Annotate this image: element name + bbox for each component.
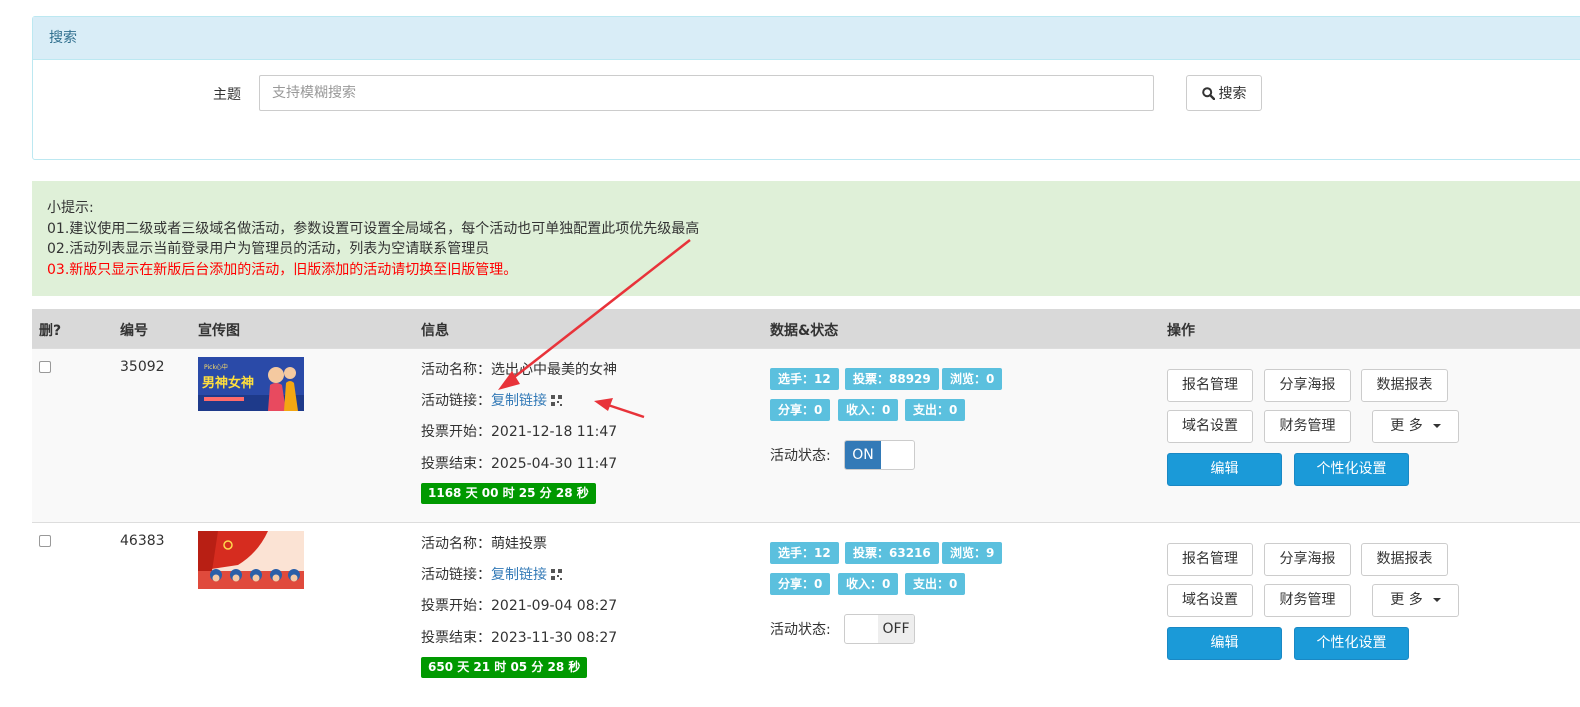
qrcode-icon[interactable] xyxy=(551,569,562,580)
badge-votes: 投票：88929 xyxy=(845,368,939,390)
activity-name-label: 活动名称： xyxy=(421,362,491,378)
badge-shares: 分享：0 xyxy=(770,399,831,421)
more-label: 更 多 xyxy=(1390,592,1423,608)
vote-end-label: 投票结束： xyxy=(421,630,491,646)
vote-start-value: 2021-12-18 11:47 xyxy=(491,424,618,440)
row-id: 35092 xyxy=(120,359,165,375)
row-delete-checkbox[interactable] xyxy=(39,361,51,373)
activity-name: 活动名称：选出心中最美的女神 xyxy=(421,359,617,379)
share-poster-button[interactable]: 分享海报 xyxy=(1264,369,1351,402)
activity-name-value: 选出心中最美的女神 xyxy=(491,362,617,378)
search-button-label: 搜索 xyxy=(1218,86,1247,102)
activity-name-label: 活动名称： xyxy=(421,536,491,552)
topic-label: 主题 xyxy=(213,87,241,103)
badge-players: 选手：12 xyxy=(770,368,839,390)
copy-link[interactable]: 复制链接 xyxy=(491,393,547,409)
badge-expense: 支出：0 xyxy=(905,573,966,595)
badge-players: 选手：12 xyxy=(770,542,839,564)
vote-end: 投票结束：2025-04-30 11:47 xyxy=(421,453,617,473)
domain-settings-button[interactable]: 域名设置 xyxy=(1167,410,1253,443)
status-label: 活动状态: xyxy=(770,622,831,638)
badge-income: 收入：0 xyxy=(838,399,899,421)
vote-end-label: 投票结束： xyxy=(421,456,491,472)
signup-manage-button[interactable]: 报名管理 xyxy=(1167,543,1253,576)
vote-end-value: 2023-11-30 08:27 xyxy=(491,630,618,646)
tips-title: 小提示: xyxy=(47,200,94,216)
share-poster-button[interactable]: 分享海报 xyxy=(1264,543,1351,576)
countdown-badge: 650 天 21 时 05 分 28 秒 xyxy=(421,657,588,678)
finance-manage-button[interactable]: 财务管理 xyxy=(1264,584,1351,617)
personalize-button[interactable]: 个性化设置 xyxy=(1294,453,1409,486)
status-toggle[interactable]: ON xyxy=(844,440,915,470)
row-delete-checkbox[interactable] xyxy=(39,535,51,547)
banner-image: Pick心中 男神女神 xyxy=(198,357,304,411)
vote-start-value: 2021-09-04 08:27 xyxy=(491,598,618,614)
banner-image xyxy=(198,531,304,589)
tip-line-1: 01.建议使用二级或者三级域名做活动，参数设置可设置全局域名，每个活动也可单独配… xyxy=(47,220,700,237)
status-toggle-off: OFF xyxy=(878,615,914,643)
personalize-button[interactable]: 个性化设置 xyxy=(1294,627,1409,660)
badge-views: 浏览：0 xyxy=(942,368,1003,390)
search-panel-title: 搜索 xyxy=(33,17,1580,60)
more-label: 更 多 xyxy=(1390,418,1423,434)
data-report-button[interactable]: 数据报表 xyxy=(1361,369,1448,402)
badge-expense: 支出：0 xyxy=(905,399,966,421)
status-label: 活动状态: xyxy=(770,448,831,464)
edit-button[interactable]: 编辑 xyxy=(1167,627,1282,660)
header-id: 编号 xyxy=(120,323,148,339)
countdown-badge: 1168 天 00 时 25 分 28 秒 xyxy=(421,483,596,504)
activity-link-label: 活动链接： xyxy=(421,567,491,583)
more-dropdown-button[interactable]: 更 多 xyxy=(1372,584,1459,617)
vote-end: 投票结束：2023-11-30 08:27 xyxy=(421,627,617,647)
table-row: 35092 Pick心中 男神女神 活动名称：选出心中最美的女神 活动链接：复制… xyxy=(32,348,1580,522)
status-toggle[interactable]: OFF xyxy=(844,614,915,644)
search-panel: 搜索 主题 搜索 xyxy=(32,16,1580,160)
badge-income: 收入：0 xyxy=(838,573,899,595)
banner-small-text: Pick心中 xyxy=(204,363,228,371)
caret-down-icon xyxy=(1432,424,1441,428)
activity-name: 活动名称：萌娃投票 xyxy=(421,533,547,553)
header-actions: 操作 xyxy=(1167,323,1195,339)
activity-link-label: 活动链接： xyxy=(421,393,491,409)
search-icon xyxy=(1201,86,1215,100)
badge-votes: 投票：63216 xyxy=(845,542,939,564)
header-delete: 删? xyxy=(39,323,62,339)
status-toggle-on: ON xyxy=(845,441,881,469)
activity-name-value: 萌娃投票 xyxy=(491,536,547,552)
search-input[interactable] xyxy=(259,75,1154,111)
search-button[interactable]: 搜索 xyxy=(1186,75,1262,111)
tip-line-3: 03.新版只显示在新版后台添加的活动，旧版添加的活动请切换至旧版管理。 xyxy=(47,261,518,278)
signup-manage-button[interactable]: 报名管理 xyxy=(1167,369,1253,402)
badge-views: 浏览：9 xyxy=(942,542,1003,564)
finance-manage-button[interactable]: 财务管理 xyxy=(1264,410,1351,443)
header-data-status: 数据&状态 xyxy=(770,323,839,339)
activity-link: 活动链接：复制链接 xyxy=(421,564,562,584)
tip-line-2: 02.活动列表显示当前登录用户为管理员的活动，列表为空请联系管理员 xyxy=(47,241,490,257)
more-dropdown-button[interactable]: 更 多 xyxy=(1372,410,1459,443)
tips-panel: 小提示: 01.建议使用二级或者三级域名做活动，参数设置可设置全局域名，每个活动… xyxy=(32,181,1580,296)
vote-start-label: 投票开始： xyxy=(421,598,491,614)
edit-button[interactable]: 编辑 xyxy=(1167,453,1282,486)
header-info: 信息 xyxy=(421,323,449,339)
vote-start: 投票开始：2021-12-18 11:47 xyxy=(421,421,617,441)
copy-link[interactable]: 复制链接 xyxy=(491,567,547,583)
header-banner: 宣传图 xyxy=(198,323,240,339)
activity-link: 活动链接：复制链接 xyxy=(421,390,562,410)
data-report-button[interactable]: 数据报表 xyxy=(1361,543,1448,576)
table-header: 删? 编号 宣传图 信息 数据&状态 操作 xyxy=(32,309,1580,348)
vote-end-value: 2025-04-30 11:47 xyxy=(491,456,618,472)
badge-shares: 分享：0 xyxy=(770,573,831,595)
table-row: 46383 活动名称：萌娃投票 活动链接：复制链接 投票开始：2021-09-0… xyxy=(32,522,1580,707)
caret-down-icon xyxy=(1432,598,1441,602)
vote-start: 投票开始：2021-09-04 08:27 xyxy=(421,595,617,615)
row-id: 46383 xyxy=(120,533,165,549)
banner-title-text: 男神女神 xyxy=(202,375,254,391)
domain-settings-button[interactable]: 域名设置 xyxy=(1167,584,1253,617)
qrcode-icon[interactable] xyxy=(551,395,562,406)
vote-start-label: 投票开始： xyxy=(421,424,491,440)
